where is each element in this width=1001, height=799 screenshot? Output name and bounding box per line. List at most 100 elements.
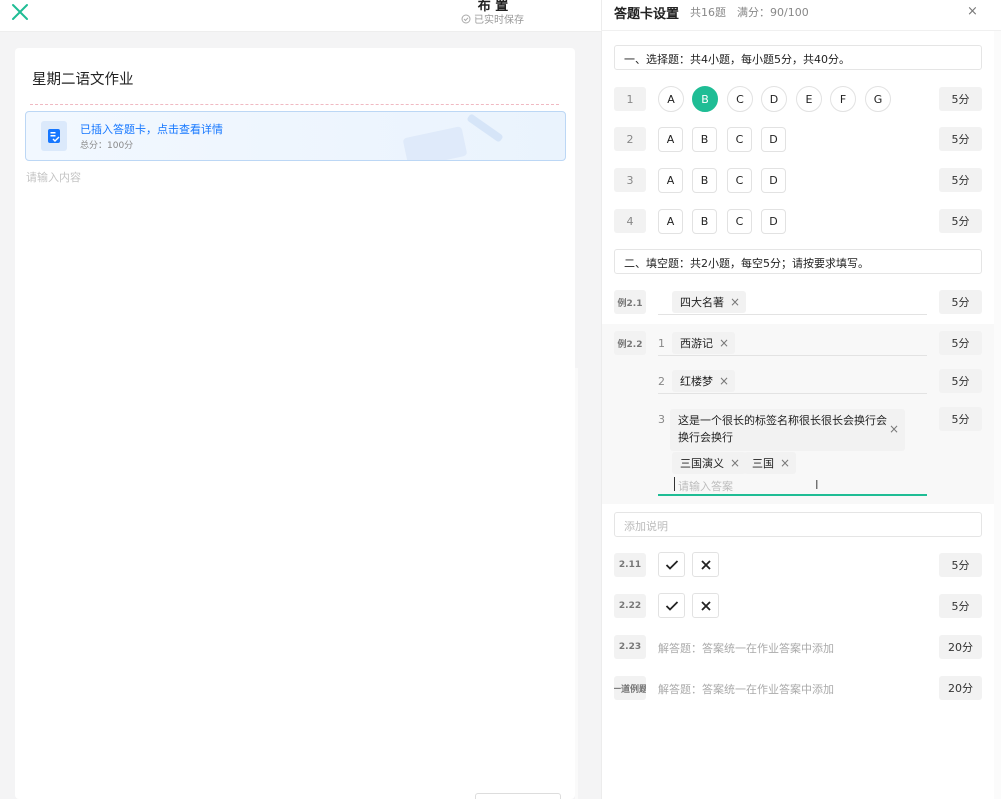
- option-a[interactable]: A: [658, 86, 684, 112]
- score-button[interactable]: 20分: [939, 635, 982, 659]
- check-circle-icon: [461, 14, 471, 23]
- answer-tag[interactable]: 红楼梦 ×: [672, 370, 736, 392]
- cross-icon: [700, 559, 711, 570]
- cross-icon: [700, 600, 711, 611]
- blank-number: 2: [658, 375, 665, 388]
- banner-decoration-icon: [403, 114, 503, 160]
- panel-close-icon[interactable]: ×: [967, 4, 978, 19]
- score-button[interactable]: 5分: [939, 87, 982, 111]
- remove-tag-icon[interactable]: ×: [780, 456, 790, 470]
- essay-note: 解答题：答案统一在作业答案中添加: [658, 683, 834, 696]
- option-a[interactable]: A: [658, 168, 683, 193]
- blank-number: 3: [658, 413, 665, 426]
- question-number: 例2.2: [614, 331, 646, 355]
- save-status: 已实时保存: [461, 11, 524, 26]
- answer-tag[interactable]: 三国演义 ×: [672, 452, 747, 474]
- remove-tag-icon[interactable]: ×: [730, 456, 740, 470]
- answer-tag-text: 三国: [752, 457, 774, 470]
- option-d[interactable]: D: [761, 86, 787, 112]
- option-a[interactable]: A: [658, 209, 683, 234]
- answer-tag-text: 红楼梦: [680, 375, 713, 388]
- remove-tag-icon[interactable]: ×: [719, 336, 729, 350]
- question-number: 一道例题: [614, 676, 646, 700]
- score-button[interactable]: 5分: [939, 127, 982, 151]
- blank-number: 1: [658, 337, 665, 350]
- score-button[interactable]: 5分: [939, 553, 982, 577]
- option-b[interactable]: B: [692, 127, 717, 152]
- remove-tag-icon[interactable]: ×: [730, 295, 740, 309]
- true-option[interactable]: [658, 552, 685, 577]
- answer-input-underline: [658, 494, 927, 496]
- content-input[interactable]: 请输入内容: [26, 169, 81, 185]
- title-divider: [30, 104, 559, 105]
- answer-tag-text: 三国演义: [680, 457, 724, 470]
- section-header-fill[interactable]: 二、填空题：共2小题，每空5分；请按要求填写。: [614, 249, 982, 274]
- answer-tag-text: 四大名著: [680, 296, 724, 309]
- false-option[interactable]: [692, 552, 719, 577]
- answer-tag-text: 西游记: [680, 337, 713, 350]
- score-button[interactable]: 5分: [939, 331, 982, 355]
- option-d[interactable]: D: [761, 168, 786, 193]
- answer-underline: [658, 314, 927, 315]
- remove-tag-icon[interactable]: ×: [889, 421, 899, 438]
- answer-underline: [658, 355, 927, 356]
- question-number: 4: [614, 209, 646, 233]
- answer-underline: [658, 393, 927, 394]
- option-g[interactable]: G: [865, 86, 891, 112]
- score-button[interactable]: 5分: [939, 407, 982, 431]
- answer-tag-text: 这是一个很长的标签名称很长很长会换行会换行会换行: [678, 414, 887, 444]
- score-button[interactable]: 5分: [939, 594, 982, 618]
- answer-tag[interactable]: 四大名著 ×: [672, 291, 747, 313]
- score-button[interactable]: 5分: [939, 290, 982, 314]
- score-button[interactable]: 5分: [939, 209, 982, 233]
- score-button[interactable]: 5分: [939, 369, 982, 393]
- answer-card-score: 总分：100分: [80, 141, 134, 151]
- question-number: 2.11: [614, 553, 646, 577]
- section-header-choice[interactable]: 一、选择题：共4小题，每小题5分，共40分。: [614, 45, 982, 70]
- false-option[interactable]: [692, 593, 719, 618]
- text-caret: [674, 477, 675, 491]
- answer-card-link[interactable]: 已插入答题卡，点击查看详情: [80, 121, 223, 137]
- option-f[interactable]: F: [830, 86, 856, 112]
- option-b[interactable]: B: [692, 86, 718, 112]
- document-title[interactable]: 星期二语文作业: [32, 68, 134, 89]
- ibeam-cursor-icon: I: [815, 478, 819, 492]
- question-number: 3: [614, 168, 646, 192]
- bottom-button[interactable]: [475, 793, 561, 799]
- answer-tag[interactable]: 西游记 ×: [672, 332, 736, 354]
- close-icon[interactable]: [10, 2, 30, 22]
- save-status-text: 已实时保存: [474, 15, 524, 26]
- question-number: 例2.1: [614, 290, 646, 314]
- panel-meta: 共16题 满分：90/100: [690, 6, 809, 19]
- answer-tag-long[interactable]: 这是一个很长的标签名称很长很长会换行会换行会换行 ×: [670, 409, 905, 451]
- panel-scrollbar[interactable]: [994, 31, 1001, 799]
- check-icon: [665, 559, 678, 570]
- score-button[interactable]: 20分: [939, 676, 982, 700]
- add-description-input[interactable]: 添加说明: [614, 512, 982, 537]
- option-b[interactable]: B: [692, 209, 717, 234]
- remove-tag-icon[interactable]: ×: [719, 374, 729, 388]
- question-number: 2.22: [614, 594, 646, 618]
- panel-title: 答题卡设置: [614, 7, 680, 22]
- question-number: 2: [614, 127, 646, 151]
- editor-edge: [575, 368, 578, 799]
- answer-input[interactable]: 请输入答案: [678, 478, 733, 494]
- option-a[interactable]: A: [658, 127, 683, 152]
- answer-tag[interactable]: 三国 ×: [744, 452, 797, 474]
- option-d[interactable]: D: [761, 127, 786, 152]
- score-button[interactable]: 5分: [939, 168, 982, 192]
- option-c[interactable]: C: [727, 209, 752, 234]
- check-icon: [665, 600, 678, 611]
- panel-divider: [601, 30, 1001, 31]
- option-c[interactable]: C: [727, 127, 752, 152]
- essay-note: 解答题：答案统一在作业答案中添加: [658, 642, 834, 655]
- question-number: 2.23: [614, 635, 646, 659]
- option-d[interactable]: D: [761, 209, 786, 234]
- option-e[interactable]: E: [796, 86, 822, 112]
- answer-card-icon: [41, 121, 67, 151]
- question-number: 1: [614, 87, 646, 111]
- option-c[interactable]: C: [727, 86, 753, 112]
- option-c[interactable]: C: [727, 168, 752, 193]
- option-b[interactable]: B: [692, 168, 717, 193]
- true-option[interactable]: [658, 593, 685, 618]
